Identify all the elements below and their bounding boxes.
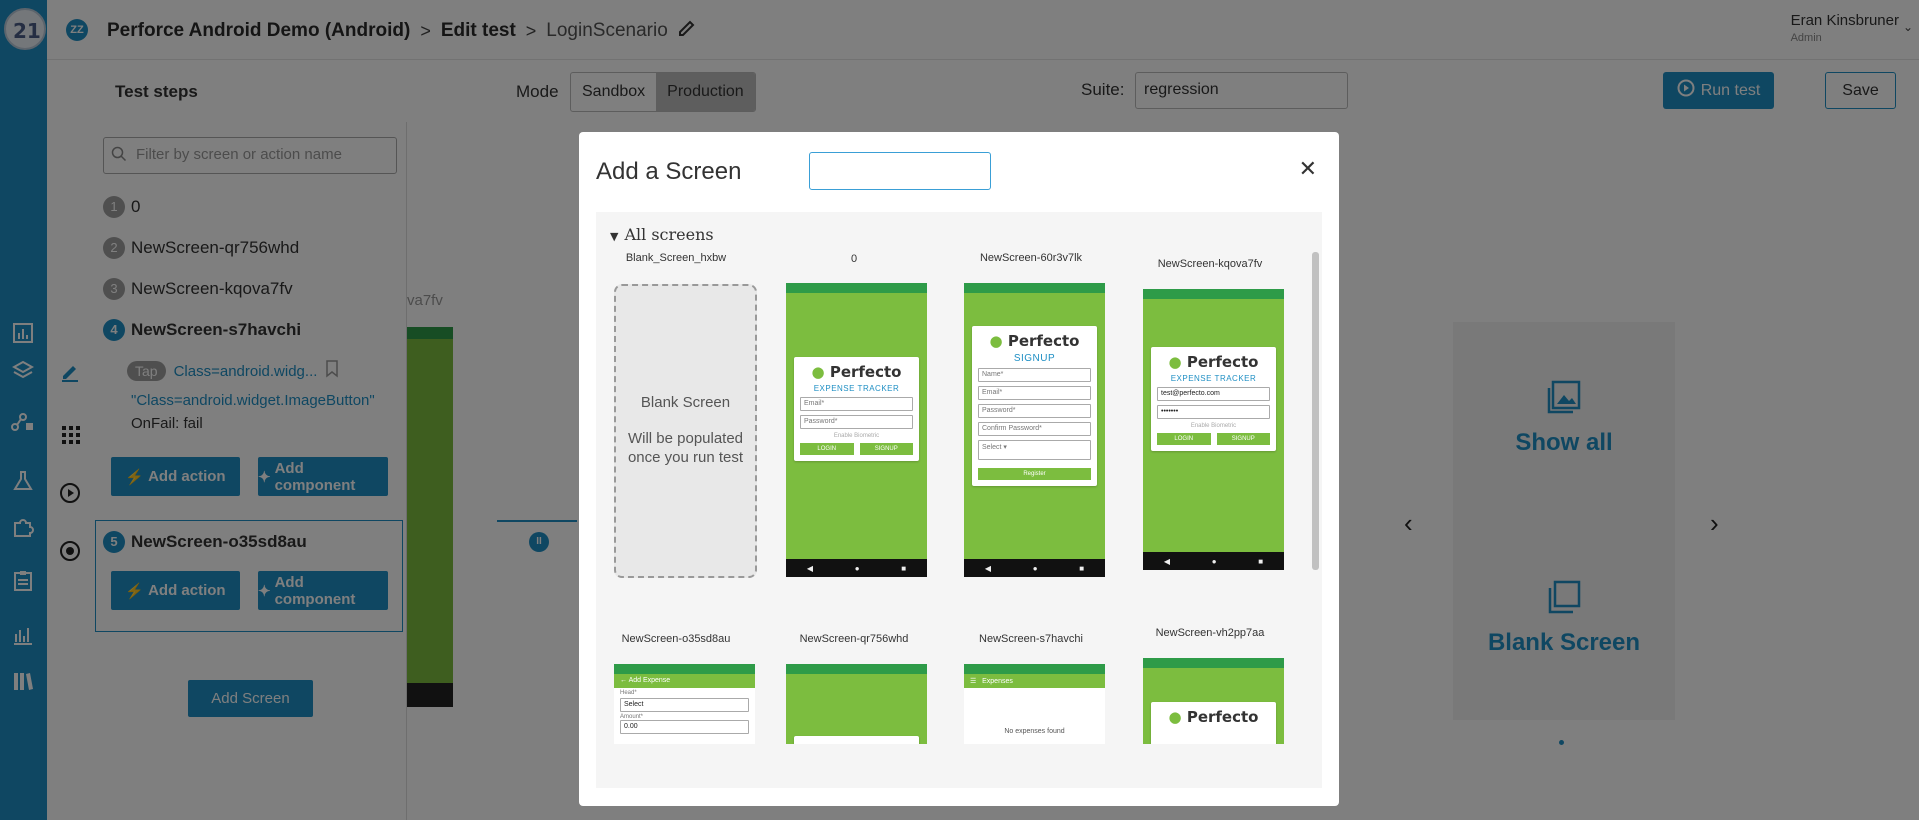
login-buttons: LOGIN SIGNUP [800, 443, 913, 455]
login-card [794, 736, 919, 744]
perfecto-logo: ● Perfecto [989, 332, 1080, 350]
modal-title: Add a Screen [596, 158, 742, 185]
email-field: test@perfecto.com [1157, 387, 1270, 401]
screen-thumbnail[interactable] [786, 664, 927, 744]
screen-name: NewScreen-o35sd8au [621, 633, 731, 645]
status-bar [614, 664, 755, 674]
email-field: Email* [978, 386, 1091, 400]
expenses-header: ☰ Expenses [964, 674, 1105, 688]
app-subtitle: EXPENSE TRACKER [813, 384, 900, 393]
screen-name: NewScreen-kqova7fv [1157, 258, 1263, 270]
app-subtitle: EXPENSE TRACKER [1170, 374, 1257, 383]
status-bar [786, 664, 927, 674]
all-screens-section[interactable]: ▼ All screens [610, 225, 714, 244]
name-field: Name* [978, 368, 1091, 382]
screen-thumbnail[interactable]: ☰ Expenses No expenses found [964, 664, 1105, 744]
no-expenses-text: No expenses found [1004, 728, 1065, 735]
confirm-password-field: Confirm Password* [978, 422, 1091, 436]
login-buttons: LOGIN SIGNUP [1157, 433, 1270, 445]
section-title: All screens [624, 225, 714, 244]
login-card: ● Perfecto EXPENSE TRACKER test@perfecto… [1151, 347, 1276, 451]
status-bar [1143, 289, 1284, 299]
blank-screen-card[interactable]: Blank Screen Will be populated once you … [614, 284, 757, 578]
nav-bar: ◀ ● ■ [786, 559, 927, 577]
register-button: Register [978, 468, 1091, 480]
blank-card-title: Blank Screen [640, 394, 731, 411]
screen-name: 0 [850, 253, 858, 265]
status-bar [1143, 658, 1284, 668]
status-bar [786, 283, 927, 293]
add-expense-header: ← Add Expense [614, 674, 755, 688]
perfecto-logo: ● Perfecto [1168, 708, 1259, 726]
scrollbar[interactable] [1312, 252, 1319, 570]
amount-field: 0.00 [620, 720, 749, 734]
nav-bar: ◀ ● ■ [1143, 552, 1284, 570]
biometric-checkbox: Enable Biometric [1190, 423, 1237, 429]
login-card: ● Perfecto EXPENSE TRACKER Email* Passwo… [794, 357, 919, 461]
head-label: Head* [620, 690, 637, 696]
currency-select: Select ▾ [978, 440, 1091, 460]
head-select: Select [620, 698, 749, 712]
screen-thumbnail[interactable]: ● Perfecto SIGNUP Name* Email* Password*… [964, 283, 1105, 577]
screens-gallery: ▼ All screens Blank_Screen_hxbw 0 NewScre… [596, 212, 1322, 788]
caret-down-icon: ▼ [610, 230, 619, 243]
app-subtitle: SIGNUP [1013, 353, 1056, 364]
password-field: Password* [800, 415, 913, 429]
perfecto-logo: ● Perfecto [811, 363, 902, 381]
login-card: ● Perfecto [1151, 702, 1276, 744]
screen-name: NewScreen-qr756whd [799, 633, 909, 645]
password-field: Password* [978, 404, 1091, 418]
screen-thumbnail[interactable]: ← Add Expense Head* Select Amount* 0.00 [614, 664, 755, 744]
close-icon[interactable]: ✕ [1299, 156, 1317, 182]
add-screen-modal: Add a Screen ✕ ▼ All screens Blank_Screen… [579, 132, 1339, 806]
screen-search-input[interactable] [809, 152, 991, 190]
status-bar [964, 283, 1105, 293]
screen-thumbnail[interactable]: ● Perfecto EXPENSE TRACKER Email* Passwo… [786, 283, 927, 577]
screen-thumbnail[interactable]: ● Perfecto [1143, 658, 1284, 744]
blank-card-description: Will be populated once you run test [627, 430, 744, 466]
screen-name: NewScreen-vh2pp7aa [1155, 627, 1265, 639]
email-field: Email* [800, 397, 913, 411]
screen-name: NewScreen-60r3v7lk [979, 252, 1083, 264]
nav-bar: ◀ ● ■ [964, 559, 1105, 577]
signup-card: ● Perfecto SIGNUP Name* Email* Password*… [972, 326, 1097, 486]
status-bar [964, 664, 1105, 674]
screen-name: NewScreen-s7havchi [979, 633, 1083, 645]
screen-thumbnail[interactable]: ● Perfecto EXPENSE TRACKER test@perfecto… [1143, 289, 1284, 570]
perfecto-logo: ● Perfecto [1168, 353, 1259, 371]
screen-name: Blank_Screen_hxbw [625, 252, 727, 264]
password-field: ••••••• [1157, 405, 1270, 419]
biometric-checkbox: Enable Biometric [833, 433, 880, 439]
